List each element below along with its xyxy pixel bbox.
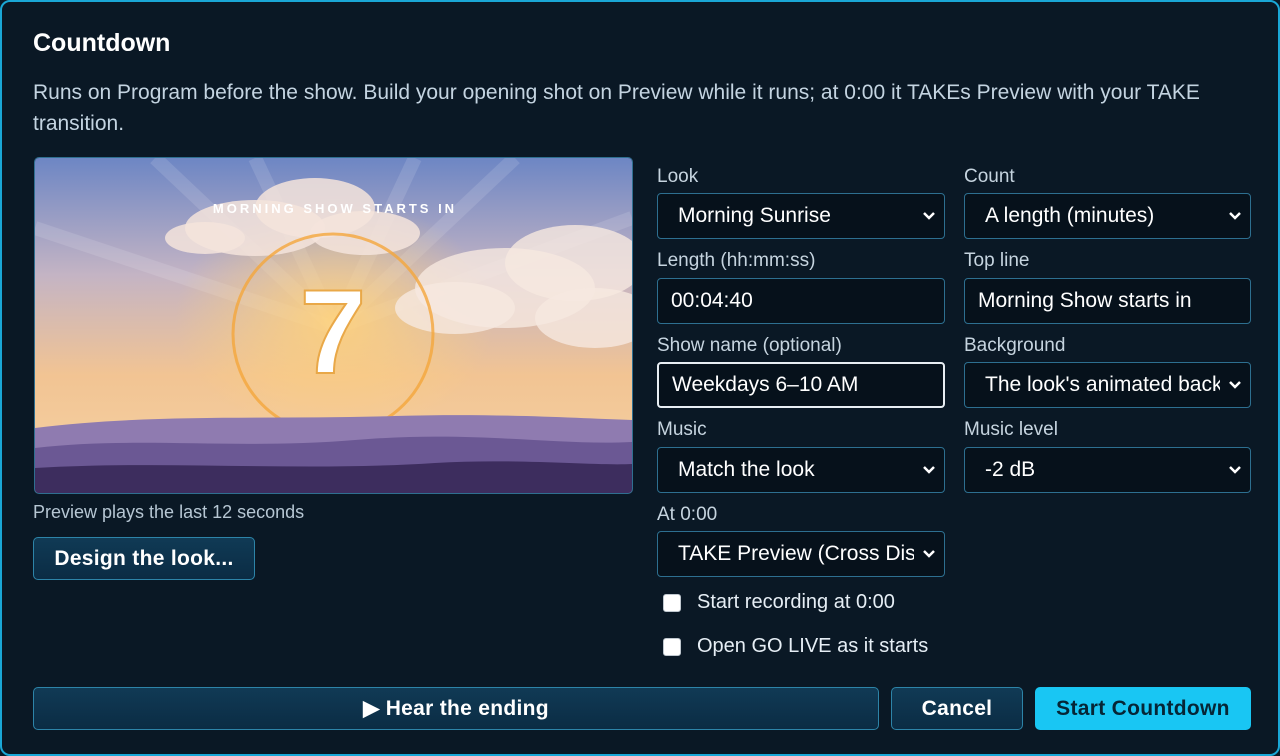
dialog-title: Countdown	[33, 29, 171, 57]
count-select[interactable]: A length (minutes)	[964, 193, 1251, 239]
countdown-dialog: Countdown Runs on Program before the sho…	[0, 0, 1280, 756]
count-label: Count	[964, 166, 1015, 187]
preview-number: 7	[300, 265, 367, 399]
chevron-down-icon	[914, 465, 944, 475]
start-recording-option[interactable]: Start recording at 0:00	[663, 591, 895, 614]
music-label: Music	[657, 419, 707, 440]
preview-note: Preview plays the last 12 seconds	[33, 502, 305, 522]
preview-image: MORNING SHOW STARTS IN 7	[35, 158, 632, 493]
at-zero-select[interactable]: TAKE Preview (Cross Dissolve)	[657, 531, 945, 577]
cancel-button[interactable]: Cancel	[891, 687, 1023, 730]
open-go-live-label: Open GO LIVE as it starts	[697, 635, 929, 657]
countdown-preview: MORNING SHOW STARTS IN 7	[34, 157, 633, 494]
background-label: Background	[964, 335, 1066, 356]
show-name-label: Show name (optional)	[657, 335, 842, 356]
chevron-down-icon	[1220, 211, 1250, 221]
chevron-down-icon	[1220, 465, 1250, 475]
chevron-down-icon	[914, 211, 944, 221]
preview-top-line: MORNING SHOW STARTS IN	[213, 201, 457, 216]
start-countdown-button[interactable]: Start Countdown	[1035, 687, 1251, 730]
chevron-down-icon	[1220, 380, 1250, 390]
music-level-label: Music level	[964, 419, 1058, 440]
music-level-select[interactable]: -2 dB	[964, 447, 1251, 493]
top-line-input[interactable]: Morning Show starts in	[964, 278, 1251, 324]
top-line-label: Top line	[964, 250, 1030, 271]
chevron-down-icon	[914, 549, 944, 559]
start-recording-checkbox[interactable]	[663, 593, 681, 612]
look-select[interactable]: Morning Sunrise	[657, 193, 945, 239]
dialog-description: Runs on Program before the show. Build y…	[33, 81, 1200, 135]
show-name-input[interactable]: Weekdays 6–10 AM	[657, 362, 945, 408]
length-input[interactable]: 00:04:40	[657, 278, 945, 324]
start-recording-label: Start recording at 0:00	[697, 591, 895, 613]
open-go-live-option[interactable]: Open GO LIVE as it starts	[663, 635, 928, 658]
design-look-button[interactable]: Design the look...	[33, 537, 255, 580]
look-label: Look	[657, 166, 699, 187]
hear-ending-button[interactable]: ▶ Hear the ending	[33, 687, 879, 730]
music-select[interactable]: Match the look	[657, 447, 945, 493]
open-go-live-checkbox[interactable]	[663, 637, 681, 656]
length-label: Length (hh:mm:ss)	[657, 250, 816, 271]
at-zero-label: At 0:00	[657, 504, 718, 525]
background-select[interactable]: The look's animated background	[964, 362, 1251, 408]
